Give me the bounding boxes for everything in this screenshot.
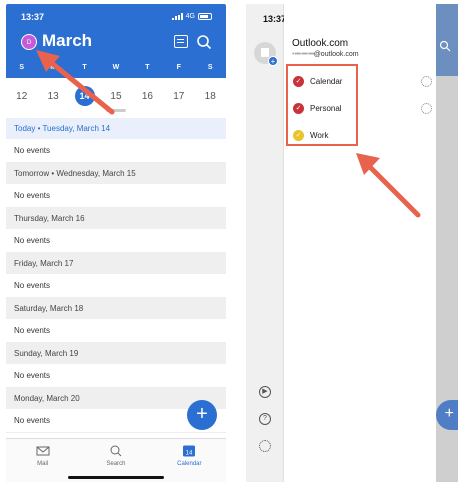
tab-label: Search: [106, 461, 126, 467]
battery-icon: [198, 13, 212, 20]
agenda-event[interactable]: No events: [6, 274, 226, 298]
date-cell-selected[interactable]: 14: [69, 86, 100, 106]
weekday-label: F: [176, 64, 181, 71]
agenda-event[interactable]: No events: [6, 364, 226, 388]
dimmed-new-event-button: +: [436, 400, 458, 430]
agenda-day-header: Today • Tuesday, March 14: [6, 118, 226, 139]
date-cell[interactable]: 12: [6, 91, 37, 102]
weekday-label: M: [50, 64, 57, 71]
weekday-label: W: [112, 64, 120, 71]
status-icons: 4G: [171, 13, 212, 20]
search-icon: [439, 40, 451, 52]
agenda-event[interactable]: No events: [6, 184, 226, 208]
email-domain: @outlook.com: [313, 51, 359, 58]
gear-icon[interactable]: [421, 76, 432, 87]
highlight-box: [286, 64, 358, 146]
week-dates-row: 12 13 14 15 16 17 18: [6, 81, 226, 111]
account-email: • •••• •••• ••••@outlook.com: [292, 51, 359, 58]
network-label: 4G: [185, 13, 195, 20]
calendar-badge: 14: [186, 451, 193, 457]
selected-date: 14: [74, 86, 95, 106]
drag-handle[interactable]: [106, 109, 126, 112]
agenda-list: Today • Tuesday, March 14 No events Tomo…: [6, 118, 226, 433]
gear-icon[interactable]: [421, 103, 432, 114]
mail-icon: [36, 446, 50, 456]
add-account-button[interactable]: +: [268, 56, 278, 66]
dimmed-calendar-behind: +: [436, 4, 458, 482]
agenda-day-header: Sunday, March 19: [6, 343, 226, 364]
search-icon: [110, 445, 122, 457]
avatar[interactable]: D: [21, 34, 37, 50]
date-cell[interactable]: 15: [100, 91, 131, 102]
tab-label: Calendar: [177, 461, 202, 467]
status-time: 13:37: [263, 14, 287, 24]
left-phone-screen: 13:37 4G D March S M T W T F S 12 13 14 …: [6, 4, 226, 482]
date-cell[interactable]: 17: [163, 91, 194, 102]
agenda-day-header: Friday, March 17: [6, 253, 226, 274]
help-icon[interactable]: ?: [259, 413, 271, 425]
calendar-header: 13:37 4G D March S M T W T F S: [6, 4, 226, 78]
weekday-label: S: [207, 64, 213, 71]
date-cell[interactable]: 16: [132, 91, 163, 102]
tab-label: Mail: [37, 461, 49, 467]
settings-icon[interactable]: [259, 440, 271, 452]
agenda-day-header: Saturday, March 18: [6, 298, 226, 319]
calendar-icon: 14: [183, 445, 196, 457]
weekday-row: S M T W T F S: [6, 64, 226, 71]
weekday-label: S: [19, 64, 25, 71]
date-cell[interactable]: 13: [37, 91, 68, 102]
month-title[interactable]: March: [42, 31, 92, 51]
email-masked: • •••• •••• ••••: [292, 51, 315, 58]
search-icon[interactable]: [196, 34, 212, 50]
agenda-event[interactable]: No events: [6, 229, 226, 253]
new-event-button[interactable]: +: [187, 400, 217, 430]
agenda-event[interactable]: No events: [6, 319, 226, 343]
agenda-event[interactable]: No events: [6, 139, 226, 163]
agenda-view-icon[interactable]: [174, 35, 188, 48]
account-sidebar: + ▶ ?: [246, 4, 284, 482]
play-icon[interactable]: ▶: [259, 386, 271, 398]
status-time: 13:37: [21, 12, 45, 22]
agenda-day-header: Thursday, March 16: [6, 208, 226, 229]
home-indicator: [68, 476, 164, 479]
date-cell[interactable]: 18: [195, 91, 226, 102]
weekday-label: T: [145, 64, 150, 71]
account-name: Outlook.com: [292, 38, 349, 49]
signal-icon: [171, 13, 183, 20]
agenda-day-header: Tomorrow • Wednesday, March 15: [6, 163, 226, 184]
weekday-label: T: [82, 64, 87, 71]
